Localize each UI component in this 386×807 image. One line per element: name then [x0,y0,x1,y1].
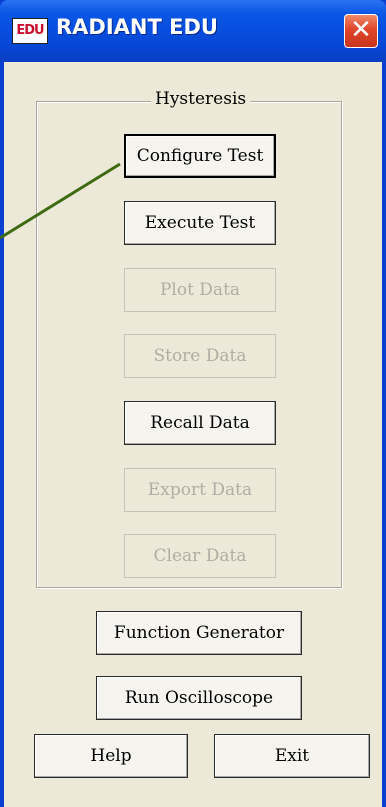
close-button[interactable]: ✕ [344,14,378,48]
close-icon: ✕ [350,15,372,45]
window-title: RADIANT EDU [56,15,218,39]
exit-button[interactable]: Exit [214,734,370,778]
execute-test-button[interactable]: Execute Test [124,201,276,245]
client-area: Hysteresis Configure Test Execute Test P… [4,62,382,807]
function-generator-button[interactable]: Function Generator [96,611,302,655]
export-data-button[interactable]: Export Data [124,468,276,512]
recall-data-button[interactable]: Recall Data [124,401,276,445]
radiant-app-icon: EDU [12,18,48,44]
title-bar[interactable]: EDU RADIANT EDU ✕ [0,0,386,62]
run-oscilloscope-button[interactable]: Run Oscilloscope [96,676,302,720]
app-window: EDU RADIANT EDU ✕ Hysteresis Configure T… [0,0,386,807]
clear-data-button[interactable]: Clear Data [124,534,276,578]
store-data-button[interactable]: Store Data [124,334,276,378]
hysteresis-group-label: Hysteresis [151,89,251,109]
configure-test-button[interactable]: Configure Test [124,134,276,178]
help-button[interactable]: Help [34,734,188,778]
plot-data-button[interactable]: Plot Data [124,268,276,312]
